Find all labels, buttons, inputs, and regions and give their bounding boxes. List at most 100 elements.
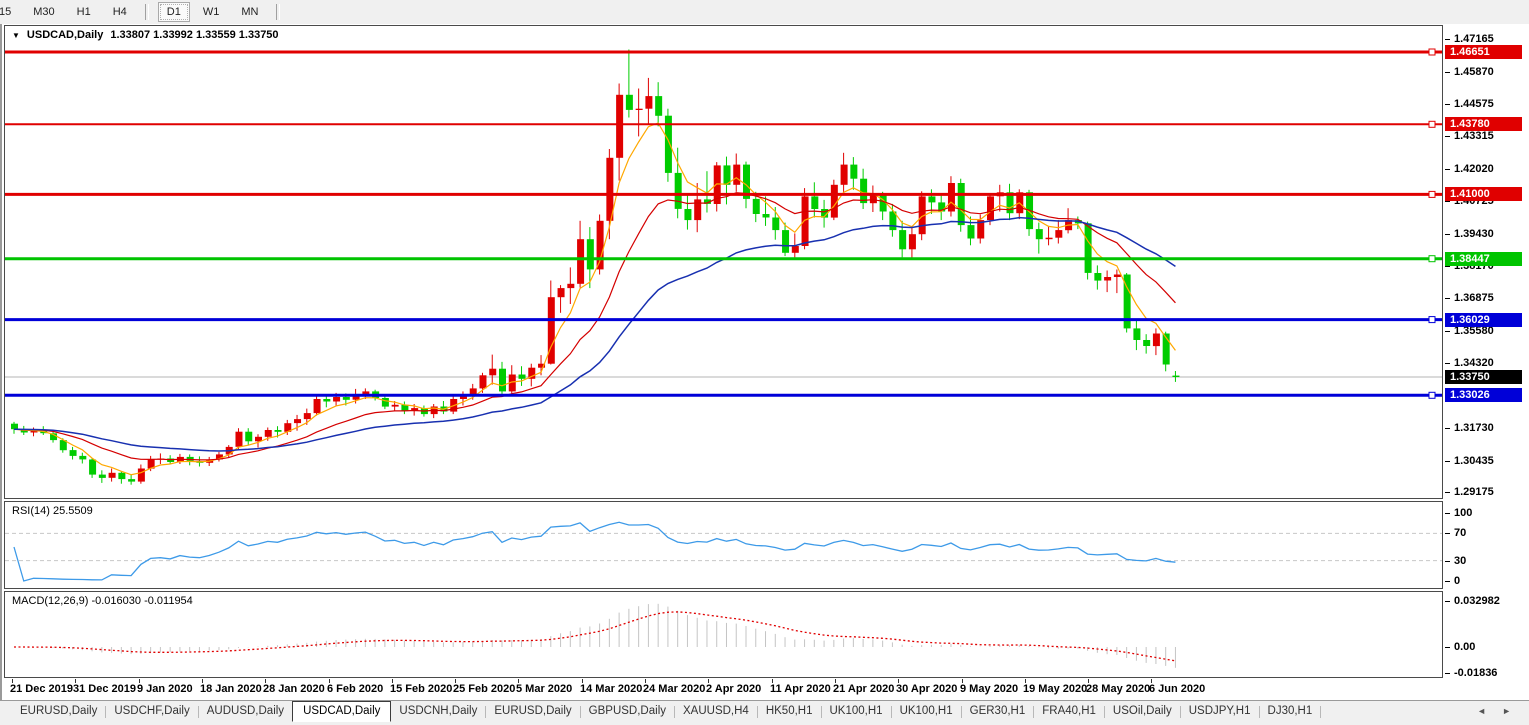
price-axis-label: 1.45870 [1454,66,1494,79]
price-axis-label: 1.43315 [1454,130,1494,143]
chart-title: ▼ USDCAD,Daily 1.33807 1.33992 1.33559 1… [12,29,279,41]
rsi-pane: RSI(14) 25.5509 [4,501,1443,589]
tab-xauusd-h4[interactable]: XAUUSD,H4 [675,701,757,720]
time-axis-label: 21 Dec 2019 [10,683,73,695]
time-axis-label: 30 Apr 2020 [896,683,957,695]
price-axis-tick [1445,72,1450,73]
price-axis-label: 1.44575 [1454,98,1494,111]
macd-axis-label: 0.00 [1454,641,1475,654]
price-axis-tick [1445,428,1450,429]
chart-symbol-label: USDCAD,Daily [27,29,103,41]
tab-usoil-daily[interactable]: USOil,Daily [1105,701,1180,720]
tab-hk50-h1[interactable]: HK50,H1 [758,701,821,720]
tab-usdcad-daily[interactable]: USDCAD,Daily [292,701,391,722]
tab-eurusd-daily[interactable]: EURUSD,Daily [486,701,579,720]
tab-audusd-daily[interactable]: AUDUSD,Daily [199,701,292,720]
tab-usdjpy-h1[interactable]: USDJPY,H1 [1181,701,1259,720]
tab-scroll-left-icon[interactable]: ◄ [1477,705,1486,717]
price-axis-label: 1.30435 [1454,455,1494,468]
timeframe-button-m30[interactable]: M30 [24,2,63,22]
rsi-axis-label: 70 [1454,527,1466,540]
price-chart-canvas[interactable] [5,26,1442,498]
chart-quote-label: 1.33807 1.33992 1.33559 1.33750 [110,29,278,41]
price-axis-tick [1445,363,1450,364]
timeframe-button-mn[interactable]: MN [232,2,267,22]
timeframe-button-h1[interactable]: H1 [68,2,100,22]
tab-eurusd-daily[interactable]: EURUSD,Daily [12,701,105,720]
price-axis-tick [1445,39,1450,40]
price-axis-tick [1445,169,1450,170]
rsi-axis-label: 30 [1454,555,1466,568]
time-axis-label: 21 Apr 2020 [833,683,894,695]
chart-dropdown-icon[interactable]: ▼ [12,31,20,40]
time-axis-label: 24 Mar 2020 [643,683,705,695]
price-axis-tick [1445,136,1450,137]
tab-uk100-h1[interactable]: UK100,H1 [892,701,961,720]
tab-fra40-h1[interactable]: FRA40,H1 [1034,701,1104,720]
level-price-badge: 1.38447 [1445,252,1522,266]
price-axis-label: 1.42020 [1454,163,1494,176]
price-axis-label: 1.34320 [1454,357,1494,370]
time-axis-label: 6 Feb 2020 [327,683,383,695]
tab-usdchf-daily[interactable]: USDCHF,Daily [106,701,197,720]
time-axis-label: 6 Jun 2020 [1149,683,1205,695]
level-price-badge: 1.43780 [1445,117,1522,131]
time-axis-label: 9 May 2020 [960,683,1018,695]
level-price-badge: 1.46651 [1445,45,1522,59]
macd-axis-label: -0.01836 [1454,667,1497,680]
macd-axis-tick [1445,647,1450,648]
level-price-badge: 1.33026 [1445,388,1522,402]
timeframe-button-h4[interactable]: H4 [104,2,136,22]
timeframe-button-15[interactable]: 15 [0,2,20,22]
macd-pane: MACD(12,26,9) -0.016030 -0.011954 [4,591,1443,678]
rsi-axis-tick [1445,533,1450,534]
macd-axis-tick [1445,601,1450,602]
price-axis-tick [1445,201,1450,202]
rsi-axis-tick [1445,581,1450,582]
toolbar-separator [145,4,149,20]
macd-axis-tick [1445,673,1450,674]
price-axis-tick [1445,492,1450,493]
price-pane: ▼ USDCAD,Daily 1.33807 1.33992 1.33559 1… [4,25,1443,499]
macd-label: MACD(12,26,9) -0.016030 -0.011954 [12,595,193,607]
time-axis-label: 18 Jan 2020 [200,683,262,695]
timeframe-toolbar: 15M30H1H4 D1W1MN [0,0,1529,25]
level-price-badge: 1.41000 [1445,187,1522,201]
rsi-axis-tick [1445,561,1450,562]
price-axis-label: 1.31730 [1454,422,1494,435]
tab-scroll-buttons: ◄► [1477,701,1529,717]
rsi-label: RSI(14) 25.5509 [12,505,93,517]
macd-chart-canvas[interactable] [5,592,1442,677]
rsi-chart-canvas[interactable] [5,502,1442,588]
time-axis: 21 Dec 201931 Dec 20199 Jan 2020 18 Jan 2… [4,679,1444,699]
current-price-badge: 1.33750 [1445,370,1522,384]
rsi-axis-label: 0 [1454,575,1460,588]
time-axis-label: 9 Jan 2020 [137,683,193,695]
rsi-axis-label: 100 [1454,507,1472,520]
tab-ger30-h1[interactable]: GER30,H1 [962,701,1034,720]
timeframe-button-d1[interactable]: D1 [158,2,190,22]
tab-gbpusd-daily[interactable]: GBPUSD,Daily [581,701,674,720]
chart-window: ▼ USDCAD,Daily 1.33807 1.33992 1.33559 1… [0,24,1529,700]
time-axis-label: 31 Dec 2019 [73,683,136,695]
time-axis-label: 25 Feb 2020 [453,683,515,695]
timeframe-button-w1[interactable]: W1 [194,2,229,22]
time-axis-label: 28 Jan 2020 [263,683,325,695]
level-price-badge: 1.36029 [1445,313,1522,327]
trading-app-window: 15M30H1H4 D1W1MN ▼ USDCAD,Daily 1.33807 1… [0,0,1529,725]
time-axis-label: 15 Feb 2020 [390,683,452,695]
tab-scroll-right-icon[interactable]: ► [1502,705,1511,717]
tab-divider [1320,706,1321,718]
tab-uk100-h1[interactable]: UK100,H1 [822,701,891,720]
tab-usdcnh-daily[interactable]: USDCNH,Daily [391,701,485,720]
price-axis-label: 1.29175 [1454,486,1494,499]
time-axis-label: 2 Apr 2020 [706,683,761,695]
price-axis-tick [1445,266,1450,267]
time-axis-label: 19 May 2020 [1023,683,1087,695]
tab-dj30-h1[interactable]: DJ30,H1 [1260,701,1321,720]
chart-tab-bar: EURUSD,DailyUSDCHF,DailyAUDUSD,DailyUSDC… [0,700,1529,725]
time-axis-label: 5 Mar 2020 [516,683,572,695]
price-axis-label: 1.39430 [1454,228,1494,241]
rsi-axis-tick [1445,513,1450,514]
macd-axis-label: 0.032982 [1454,595,1500,608]
